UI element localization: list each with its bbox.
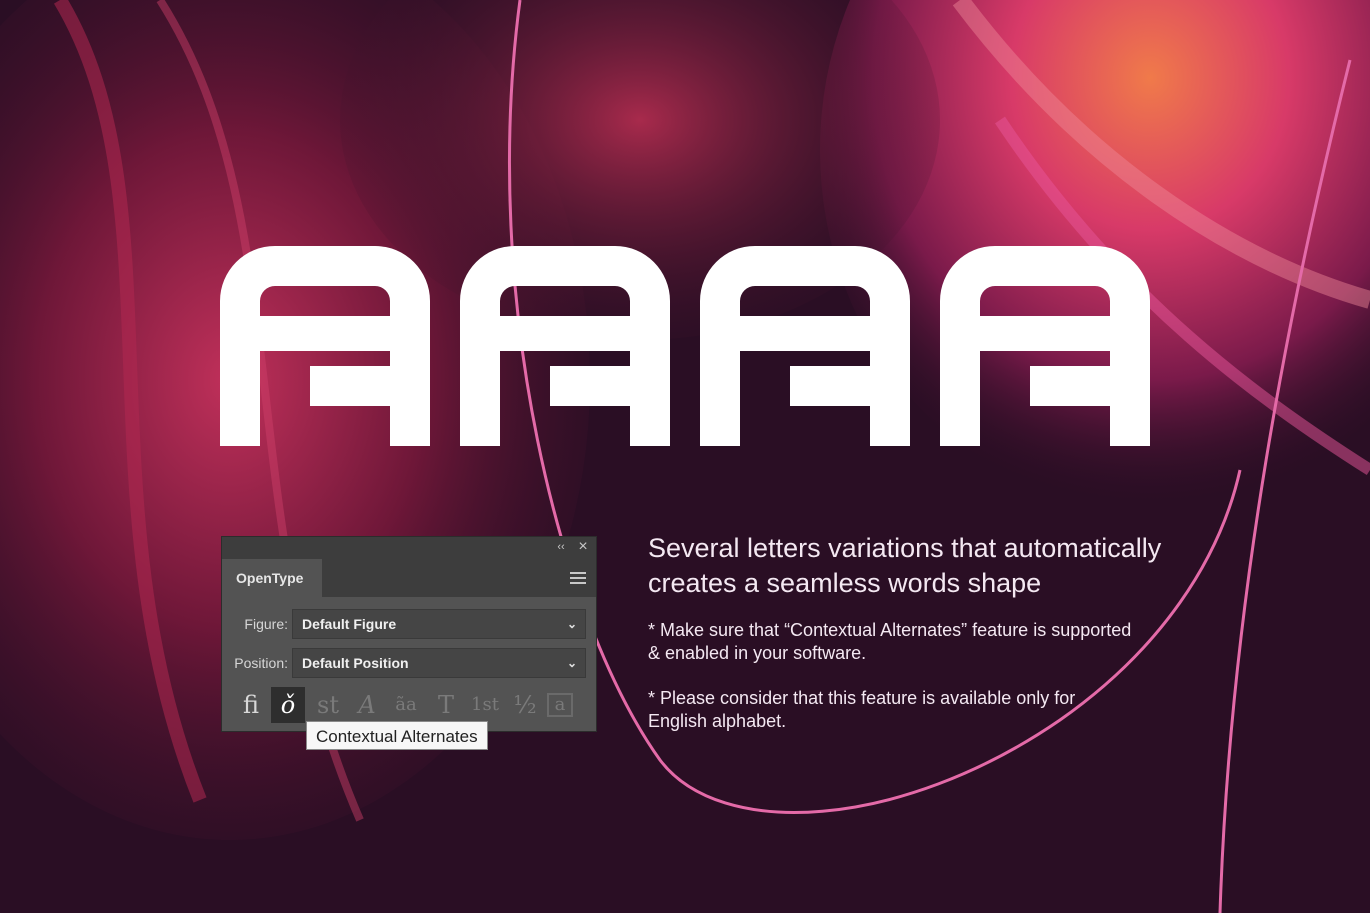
- collapse-icon[interactable]: ‹‹: [554, 540, 568, 554]
- headline-glyphs: [220, 246, 1150, 446]
- titling-alternates-icon[interactable]: T: [429, 687, 463, 723]
- glyph-a-2: [460, 246, 670, 446]
- note1-line2: & enabled in your software.: [648, 643, 867, 663]
- discretionary-ligatures-icon[interactable]: st: [311, 687, 345, 723]
- note-english-only: * Please consider that this feature is a…: [648, 687, 1075, 733]
- ordinals-icon[interactable]: 1st: [468, 687, 502, 723]
- note1-line1: * Make sure that “Contextual Alternates”…: [648, 620, 1132, 640]
- position-select[interactable]: Default Position ⌄: [292, 648, 586, 678]
- figure-value: Default Figure: [302, 616, 397, 632]
- position-value: Default Position: [302, 655, 409, 671]
- chevron-down-icon: ⌄: [566, 656, 577, 670]
- note2-line1: * Please consider that this feature is a…: [648, 688, 1076, 708]
- standard-ligatures-icon[interactable]: fi: [234, 687, 268, 723]
- opentype-panel: ‹‹ × OpenType Figure: Default Figure ⌄ P…: [221, 536, 597, 732]
- position-label: Position:: [234, 655, 288, 671]
- position-row: Position: Default Position ⌄: [222, 648, 598, 678]
- background-artwork: [0, 0, 1370, 913]
- note-contextual-alternates: * Make sure that “Contextual Alternates”…: [648, 619, 1131, 665]
- stylistic-alternates-icon[interactable]: ãa: [389, 687, 423, 723]
- note2-line2: English alphabet.: [648, 711, 787, 731]
- description-title-line2: creates a seamless words shape: [648, 568, 1042, 598]
- tooltip-contextual-alternates: Contextual Alternates: [306, 721, 488, 750]
- close-icon[interactable]: ×: [576, 539, 590, 555]
- panel-titlebar: ‹‹ ×: [222, 537, 596, 559]
- figure-select[interactable]: Default Figure ⌄: [292, 609, 586, 639]
- glyph-a-4: [940, 246, 1150, 446]
- fractions-icon[interactable]: ½: [508, 687, 542, 723]
- description-title-line1: Several letters variations that automati…: [648, 533, 1162, 563]
- figure-label: Figure:: [244, 616, 288, 632]
- panel-tabbar: OpenType: [222, 559, 596, 597]
- opentype-feature-buttons: fi ǒ st A ãa T 1st ½ a: [234, 687, 594, 723]
- swash-icon[interactable]: A: [350, 687, 384, 723]
- panel-menu-icon[interactable]: [570, 572, 586, 584]
- stylistic-sets-icon[interactable]: a: [547, 693, 573, 717]
- glyph-a-1: [220, 246, 430, 446]
- contextual-alternates-icon[interactable]: ǒ: [271, 687, 305, 723]
- glyph-a-3: [700, 246, 910, 446]
- description-title: Several letters variations that automati…: [648, 531, 1161, 601]
- figure-row: Figure: Default Figure ⌄: [222, 609, 598, 639]
- chevron-down-icon: ⌄: [566, 617, 577, 631]
- tab-opentype[interactable]: OpenType: [222, 559, 322, 597]
